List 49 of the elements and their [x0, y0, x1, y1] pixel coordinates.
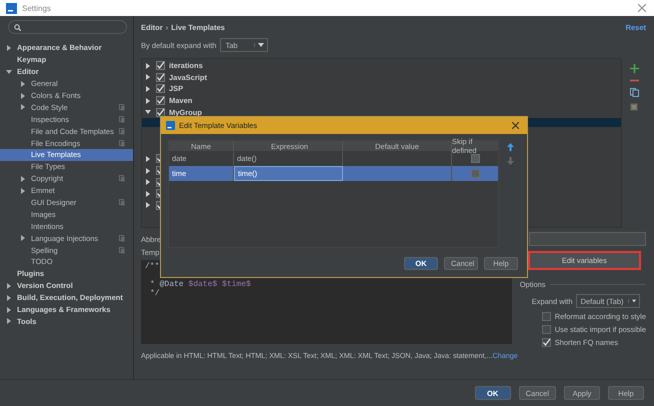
- expand-arrow-icon[interactable]: [6, 68, 12, 75]
- close-icon[interactable]: [512, 122, 519, 129]
- expand-arrow-icon[interactable]: [145, 179, 151, 186]
- close-icon[interactable]: [638, 4, 646, 12]
- expand-arrow-icon[interactable]: [20, 92, 26, 98]
- code-line: */: [149, 289, 160, 298]
- expand-arrow-icon[interactable]: [6, 44, 12, 51]
- checkbox[interactable]: [470, 154, 480, 163]
- expand-arrow-icon[interactable]: [20, 80, 26, 87]
- expand-arrow-icon[interactable]: [20, 104, 26, 110]
- copy-icon[interactable]: [630, 88, 638, 97]
- caret-icon: [628, 299, 639, 303]
- expand-arrow-icon[interactable]: [145, 62, 151, 69]
- expand-arrow-icon[interactable]: [145, 156, 151, 162]
- expand-arrow-icon[interactable]: [145, 190, 151, 197]
- checkbox[interactable]: [542, 325, 551, 334]
- code-line: * @Date $date$ $time$: [149, 280, 251, 289]
- expand-arrow-icon[interactable]: [145, 168, 151, 174]
- checkbox[interactable]: [156, 108, 165, 117]
- search-field[interactable]: [8, 20, 127, 34]
- expand-arrow-icon[interactable]: [20, 188, 26, 194]
- expand-arrow-icon[interactable]: [145, 202, 151, 208]
- checkbox[interactable]: [542, 312, 551, 321]
- window-title: Settings: [22, 4, 51, 12]
- checkbox[interactable]: [470, 169, 480, 178]
- expand-arrow-icon[interactable]: [145, 109, 151, 116]
- add-icon[interactable]: [630, 64, 638, 73]
- document-icon[interactable]: [630, 103, 638, 111]
- expand-arrow-icon[interactable]: [20, 176, 26, 182]
- expand-arrow-icon[interactable]: [6, 282, 12, 289]
- move-up-icon[interactable]: [506, 143, 514, 151]
- checkbox[interactable]: [156, 96, 165, 106]
- expand-arrow-icon[interactable]: [145, 86, 151, 92]
- expand-arrow-icon[interactable]: [145, 74, 151, 80]
- expand-arrow-icon[interactable]: [20, 235, 26, 242]
- description-field[interactable]: [529, 232, 646, 246]
- expand-arrow-icon[interactable]: [6, 318, 12, 324]
- search-icon: [14, 24, 21, 30]
- checkbox[interactable]: [542, 338, 551, 347]
- checkbox[interactable]: [156, 61, 165, 70]
- expand-arrow-icon[interactable]: [145, 98, 151, 104]
- checkbox[interactable]: [156, 84, 165, 94]
- app-logo-icon: [166, 121, 175, 130]
- remove-icon[interactable]: [630, 79, 638, 82]
- expand-arrow-icon[interactable]: [6, 294, 12, 301]
- checkbox[interactable]: [156, 72, 165, 82]
- code-line: /**: [145, 262, 160, 271]
- app-logo-icon: [6, 2, 17, 14]
- expand-arrow-icon[interactable]: [6, 306, 12, 313]
